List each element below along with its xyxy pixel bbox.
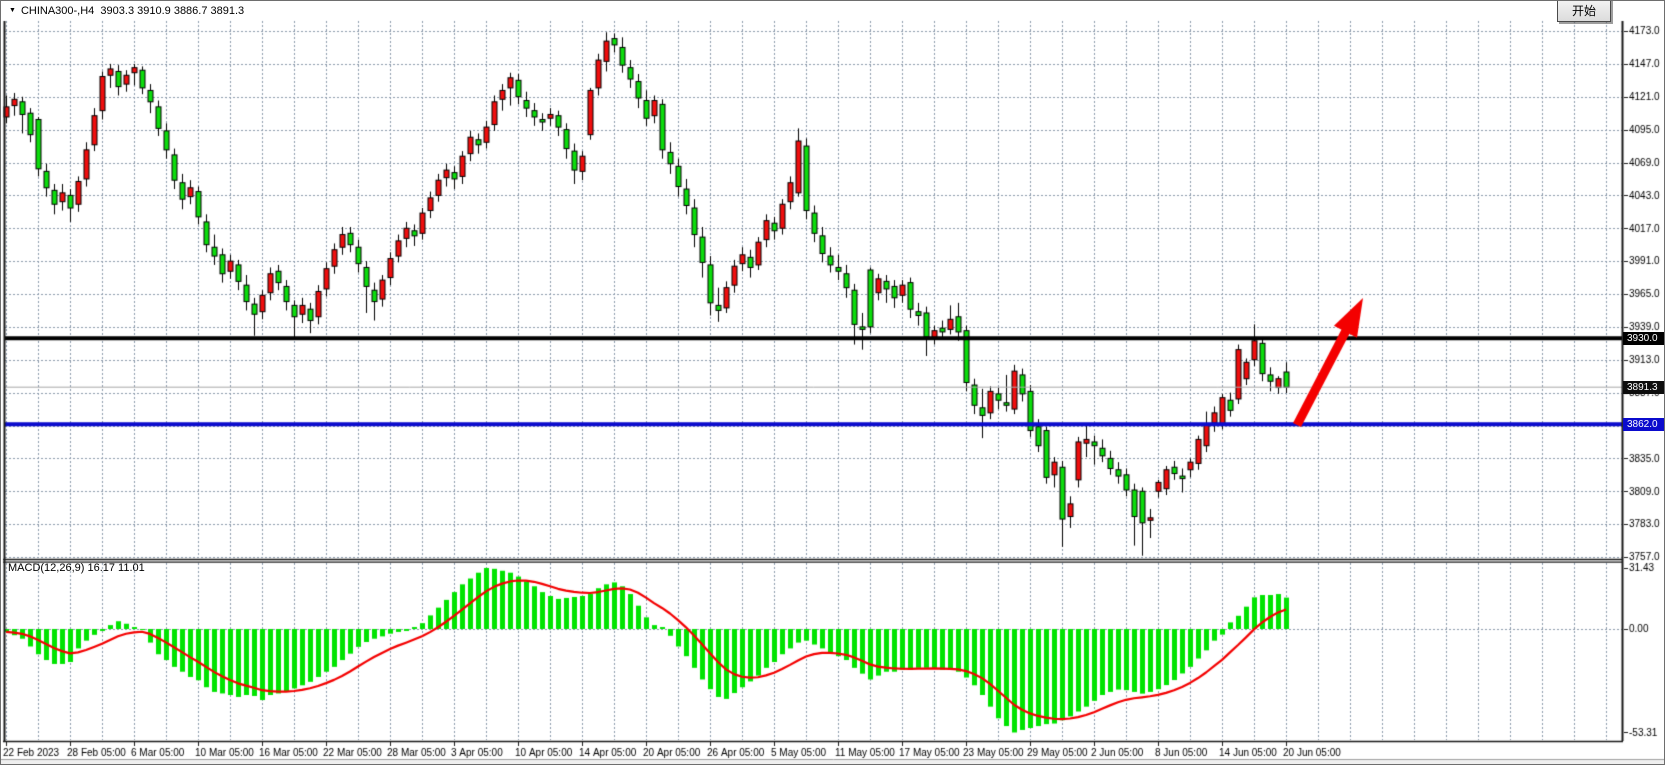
chart-title-ohlc: 3903.3 3910.9 3886.7 3891.3 bbox=[100, 5, 244, 17]
start-button[interactable]: 开始 bbox=[1557, 0, 1611, 22]
current-price-badge: 3891.3 bbox=[1623, 381, 1665, 394]
chart-title: ▼ CHINA300-,H4 3903.3 3910.9 3886.7 3891.… bbox=[9, 5, 244, 17]
macd-indicator-label: MACD(12,26,9) 16.17 11.01 bbox=[8, 562, 145, 574]
resistance-price-badge: 3930.0 bbox=[1623, 332, 1665, 345]
chart-window: ▼ CHINA300-,H4 3903.3 3910.9 3886.7 3891.… bbox=[0, 0, 1665, 765]
symbol-dropdown-icon[interactable]: ▼ bbox=[9, 7, 16, 14]
support-price-badge: 3862.0 bbox=[1623, 418, 1665, 431]
price-chart-canvas[interactable] bbox=[1, 1, 1665, 765]
chart-title-symbol: CHINA300-,H4 bbox=[21, 5, 94, 17]
